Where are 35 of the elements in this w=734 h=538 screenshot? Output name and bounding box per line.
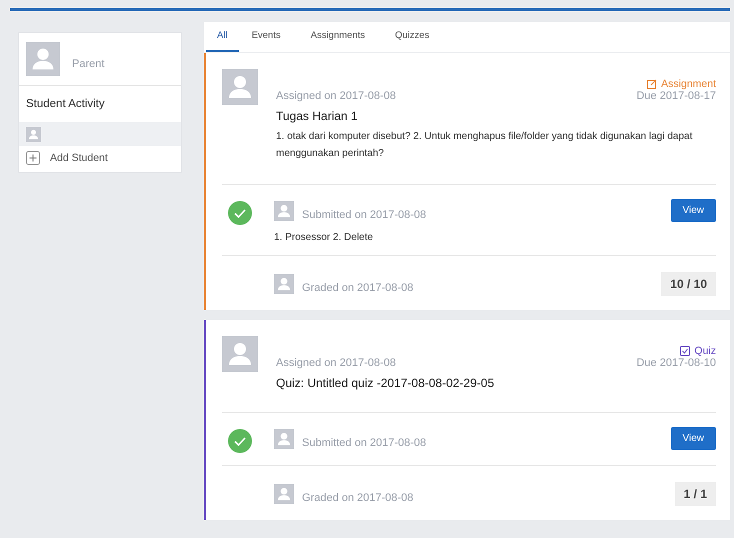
plus-icon[interactable] — [26, 151, 40, 165]
avatar-icon — [274, 274, 294, 294]
sidebar-title: Student Activity — [25, 97, 106, 112]
due-date: Due 2017-08-17 — [636, 90, 716, 102]
activity-description: 1. otak dari komputer disebut? 2. Untuk menghapus file/folder yang tidak digunakan lagi dapat menggunakan perintah? — [276, 130, 694, 161]
assigned-date: Assigned on 2017-08-08 — [276, 357, 396, 369]
graded-date: Graded on 2017-08-08 — [302, 282, 414, 294]
activity-title: Tugas Harian 1 — [276, 109, 359, 123]
activity-title: Quiz: Untitled quiz -2017-08-08-02-29-05 — [276, 376, 496, 390]
avatar-icon — [274, 428, 294, 448]
due-date: Due 2017-08-10 — [636, 357, 716, 369]
graded-date: Graded on 2017-08-08 — [302, 492, 414, 504]
score-badge: 1 / 1 — [674, 482, 716, 506]
submitted-date: Submitted on 2017-08-08 — [302, 436, 426, 448]
submitted-date: Submitted on 2017-08-08 — [302, 208, 426, 220]
submission-answer: 1. Prosessor 2. Delete — [274, 232, 374, 243]
avatar-icon — [274, 484, 294, 504]
edit-icon — [647, 79, 658, 89]
avatar-icon — [222, 69, 258, 105]
avatar-icon — [26, 126, 41, 142]
type-label: Quiz — [680, 345, 716, 357]
avatar-icon — [222, 336, 258, 372]
checkbox-icon — [680, 346, 690, 356]
tab[interactable]: Quizzes — [384, 22, 440, 52]
score-badge: 10 / 10 — [661, 272, 716, 296]
assigned-date: Assigned on 2017-08-08 — [276, 90, 396, 102]
tab[interactable]: Events — [240, 22, 292, 52]
tab[interactable]: Assignments — [300, 22, 376, 52]
avatar-icon — [26, 42, 60, 76]
view-button[interactable]: View — [670, 199, 716, 222]
avatar-icon — [274, 200, 294, 220]
add-student-link[interactable]: Add Student — [50, 152, 108, 164]
profile-role: Parent — [72, 58, 104, 70]
type-label: Assignment — [647, 78, 716, 90]
view-button[interactable]: View — [670, 427, 716, 450]
